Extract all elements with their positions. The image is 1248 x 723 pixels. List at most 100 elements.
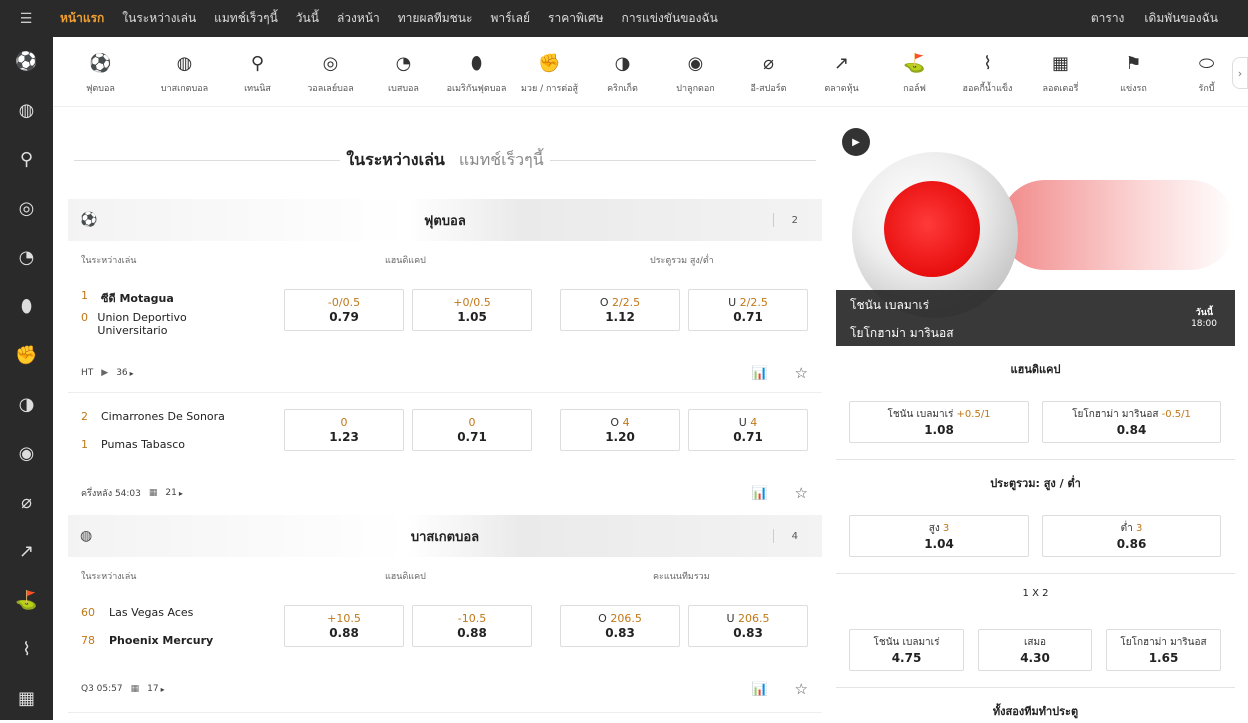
match-footer: Q3 05:57 ▦ 17 ▸ 📊 ☆ — [68, 680, 822, 698]
home-name: ซีดี Motagua — [101, 292, 174, 305]
nav-specials[interactable]: ราคาพิเศษ — [548, 9, 604, 28]
nav-outright[interactable]: ทายผลทีมชนะ — [398, 9, 473, 28]
odds-button[interactable]: -0/0.5 0.79 — [284, 289, 404, 331]
odds-button[interactable]: +0/0.5 1.05 — [412, 289, 532, 331]
sidebar-stock-market-icon[interactable]: ↗ — [0, 527, 53, 576]
markets-count[interactable]: 17 — [147, 684, 158, 694]
tab-upcoming[interactable]: แมทช์เร็วๆนี้ — [459, 148, 544, 173]
odds-button[interactable]: +10.5 0.88 — [284, 605, 404, 647]
divider — [836, 687, 1235, 688]
match-period: Q3 05:57 — [81, 684, 123, 694]
play-icon[interactable]: ▶ — [101, 368, 108, 378]
sport-baseball[interactable]: ◔ เบสบอล — [367, 51, 440, 95]
field-icon[interactable]: ▦ — [149, 488, 158, 498]
sport-stock-market[interactable]: ↗ ตลาดหุ้น — [805, 51, 878, 95]
court-icon[interactable]: ▦ — [131, 684, 140, 694]
menu-icon[interactable]: ☰ — [0, 0, 52, 37]
sport-cricket[interactable]: ◑ คริกเก็ต — [586, 51, 659, 95]
odds-button[interactable]: O 206.5 0.83 — [560, 605, 680, 647]
nav-table[interactable]: ตาราง — [1091, 9, 1125, 28]
odds-button[interactable]: -10.5 0.88 — [412, 605, 532, 647]
nav-upcoming[interactable]: แมทช์เร็วๆนี้ — [214, 9, 278, 28]
markets-count[interactable]: 21 — [165, 488, 176, 498]
odds-button[interactable]: U 2/2.5 0.71 — [688, 289, 808, 331]
chevron-right-icon: ▸ — [160, 684, 165, 694]
odds-button[interactable]: ต่ำ 3 0.86 — [1042, 515, 1221, 557]
odds-line: +0/0.5 — [453, 296, 491, 309]
sport-volleyball[interactable]: ◎ วอลเลย์บอล — [294, 51, 367, 95]
odds-button[interactable]: โชนัน เบลมาเร่ 4.75 — [849, 629, 964, 671]
sport-basketball[interactable]: ◍ บาสเกตบอล — [148, 51, 221, 95]
rugby-icon: ⬭ — [1198, 52, 1215, 74]
sidebar-american-football-icon[interactable]: ⬮ — [0, 282, 53, 331]
odds-button[interactable]: เสมอ 4.30 — [978, 629, 1092, 671]
soccer-section-header[interactable]: ⚽ ฟุตบอล 2 — [68, 199, 822, 241]
sidebar-cricket-icon[interactable]: ◑ — [0, 380, 53, 429]
markets-count[interactable]: 36 — [116, 368, 127, 378]
sport-lottery[interactable]: ▦ ลอตเตอรี่ — [1024, 51, 1097, 95]
nav-parlay[interactable]: พาร์เลย์ — [490, 9, 530, 28]
tab-inplay[interactable]: ในระหว่างเล่น — [346, 148, 444, 173]
odds-button[interactable]: โชนัน เบลมาเร่ +0.5/1 1.08 — [849, 401, 1029, 443]
sidebar-tennis-icon[interactable]: ⚲ — [0, 135, 53, 184]
match-period: HT — [81, 368, 94, 378]
sport-american-football[interactable]: ⬮ อเมริกันฟุตบอล — [440, 51, 513, 95]
nav-early[interactable]: ล่วงหน้า — [337, 9, 380, 28]
sport-boxing[interactable]: ✊ มวย / การต่อสู้ — [513, 51, 586, 95]
odds-price: 0.79 — [329, 310, 359, 324]
home-team[interactable]: 1 ซีดี Motagua — [81, 289, 174, 307]
odds-button[interactable]: โยโกฮาม่า มารินอส -0.5/1 0.84 — [1042, 401, 1221, 443]
top-right: ตาราง เดิมพันของฉัน — [1071, 0, 1218, 37]
nav-my-events[interactable]: การแข่งขันของฉัน — [622, 9, 718, 28]
sport-soccer[interactable]: ⚽ ฟุตบอล — [53, 51, 148, 95]
sport-tennis[interactable]: ⚲ เทนนิส — [221, 51, 294, 95]
odds-price: 1.23 — [329, 430, 359, 444]
top-bar: ☰ หน้าแรก ในระหว่างเล่น แมทช์เร็วๆนี้ วั… — [0, 0, 1248, 37]
star-icon[interactable]: ☆ — [795, 680, 808, 698]
odds-button[interactable]: สูง 3 1.04 — [849, 515, 1029, 557]
chevron-right-icon[interactable]: › — [1232, 57, 1248, 89]
play-icon[interactable]: ▶ — [842, 128, 870, 156]
sport-racing[interactable]: ⚑ แข่งรถ — [1097, 51, 1170, 95]
ball-flag-graphic — [884, 181, 980, 277]
stats-icon[interactable]: 📊 — [752, 486, 768, 501]
away-team[interactable]: 1 Pumas Tabasco — [81, 438, 185, 451]
sidebar-baseball-icon[interactable]: ◔ — [0, 233, 53, 282]
sidebar-boxing-icon[interactable]: ✊ — [0, 331, 53, 380]
odds-button[interactable]: O 2/2.5 1.12 — [560, 289, 680, 331]
away-team[interactable]: 78 Phoenix Mercury — [81, 634, 213, 647]
sidebar-soccer-icon[interactable]: ⚽ — [0, 37, 53, 86]
odds-button[interactable]: 0 0.71 — [412, 409, 532, 451]
nav-inplay[interactable]: ในระหว่างเล่น — [122, 9, 196, 28]
odds-line: 4 — [750, 416, 758, 429]
odds-button[interactable]: โยโกฮาม่า มารินอส 1.65 — [1106, 629, 1221, 671]
odds-button[interactable]: U 206.5 0.83 — [688, 605, 808, 647]
nav-my-bets[interactable]: เดิมพันของฉัน — [1144, 9, 1218, 28]
home-team[interactable]: 60 Las Vegas Aces — [81, 606, 193, 619]
away-team[interactable]: 0 Union Deportivo Universitario — [81, 311, 231, 337]
sidebar-darts-icon[interactable]: ◉ — [0, 429, 53, 478]
sidebar-volleyball-icon[interactable]: ◎ — [0, 184, 53, 233]
sidebar-golf-icon[interactable]: ⛳ — [0, 576, 53, 625]
sport-ice-hockey[interactable]: ⌇ ฮอคกี้น้ำแข็ง — [951, 51, 1024, 95]
sidebar-esports-icon[interactable]: ⌀ — [0, 478, 53, 527]
featured-match-banner[interactable]: โชนัน เบลมาเร่ โยโกฮาม่า มารินอส วันนี้ … — [836, 290, 1235, 346]
sidebar-ice-hockey-icon[interactable]: ⌇ — [0, 625, 53, 674]
col-over-under: ประตูรวม สูง/ต่ำ — [650, 256, 714, 266]
stats-icon[interactable]: 📊 — [752, 366, 768, 381]
sport-golf[interactable]: ⛳ กอล์ฟ — [878, 51, 951, 95]
basketball-section-header[interactable]: ◍ บาสเกตบอล 4 — [68, 515, 822, 557]
nav-today[interactable]: วันนี้ — [296, 9, 319, 28]
home-team[interactable]: 2 Cimarrones De Sonora — [81, 410, 225, 423]
odds-button[interactable]: 0 1.23 — [284, 409, 404, 451]
sidebar-basketball-icon[interactable]: ◍ — [0, 86, 53, 135]
sport-esports[interactable]: ⌀ อี-สปอร์ต — [732, 51, 805, 95]
sport-darts[interactable]: ◉ ปาลูกดอก — [659, 51, 732, 95]
star-icon[interactable]: ☆ — [795, 364, 808, 382]
nav-home[interactable]: หน้าแรก — [60, 9, 104, 28]
odds-button[interactable]: U 4 0.71 — [688, 409, 808, 451]
odds-button[interactable]: O 4 1.20 — [560, 409, 680, 451]
sidebar-lottery-icon[interactable]: ▦ — [0, 674, 53, 723]
stats-icon[interactable]: 📊 — [752, 682, 768, 697]
star-icon[interactable]: ☆ — [795, 484, 808, 502]
